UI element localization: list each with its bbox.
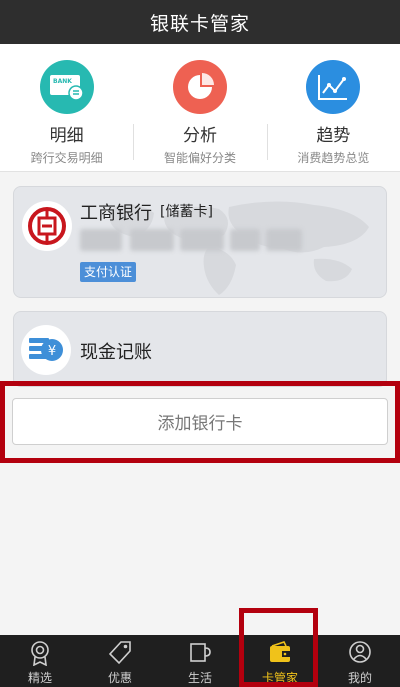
tab-offers[interactable]: 优惠 [80,635,160,687]
cash-ledger-label: 现金记账 [80,342,152,363]
feature-details-subtitle: 跨行交易明细 [30,151,103,165]
tab-label: 生活 [187,671,212,685]
feature-trend[interactable]: 趋势 消费趋势总览 [266,44,400,171]
tab-label: 我的 [347,671,372,685]
page-title: 银联卡管家 [149,12,250,35]
svg-text:¥: ¥ [48,344,56,359]
feature-trend-title: 趋势 [316,126,351,146]
bank-card-icon: BANK [39,60,94,114]
bank-name: 工商银行 [80,203,152,224]
masked-card-number [230,229,260,251]
feature-details[interactable]: BANK 明细 跨行交易明细 [0,44,133,171]
feature-trend-subtitle: 消费趋势总览 [297,151,370,165]
pie-chart-icon [172,60,227,114]
payment-verified-badge: 支付认证 [80,262,137,282]
card-type: [储蓄卡] [160,204,213,220]
feature-row: BANK 明细 跨行交易明细 分析 智能偏好分类 趋势 消费趋势总览 [0,44,400,172]
add-bank-card-button[interactable]: 添加银行卡 [12,398,388,445]
trend-chart-icon [306,60,361,114]
tab-label: 优惠 [107,671,132,685]
masked-card-number [80,229,122,251]
bottom-tab-bar: 精选 优惠 生活 卡管家 我的 [0,635,400,687]
masked-card-number [130,229,174,251]
feature-details-title: 明细 [49,126,84,146]
feature-analysis-title: 分析 [182,126,217,146]
wallet-icon [270,641,290,662]
bank-card-icbc[interactable]: 工商银行 [储蓄卡] 支付认证 [13,186,387,298]
cash-note-icon: ¥ [21,325,71,375]
user-icon [349,641,371,663]
tab-featured[interactable]: 精选 [0,635,80,687]
title-bar: 银联卡管家 [0,0,400,44]
tab-label: 精选 [27,671,52,685]
cup-icon [190,643,211,662]
svg-text:BANK: BANK [53,78,72,85]
tab-life[interactable]: 生活 [160,635,240,687]
tab-mine[interactable]: 我的 [320,635,400,687]
badge-icon [31,641,49,666]
tag-icon [108,641,131,665]
tab-card-manager[interactable]: 卡管家 [240,635,320,687]
masked-card-number [180,229,224,251]
icbc-logo-icon [22,201,72,251]
feature-analysis[interactable]: 分析 智能偏好分类 [133,44,266,171]
masked-card-number [266,229,302,251]
feature-analysis-subtitle: 智能偏好分类 [163,151,236,165]
tab-label: 卡管家 [261,671,298,685]
cash-ledger-card[interactable]: ¥ 现金记账 [13,311,387,387]
